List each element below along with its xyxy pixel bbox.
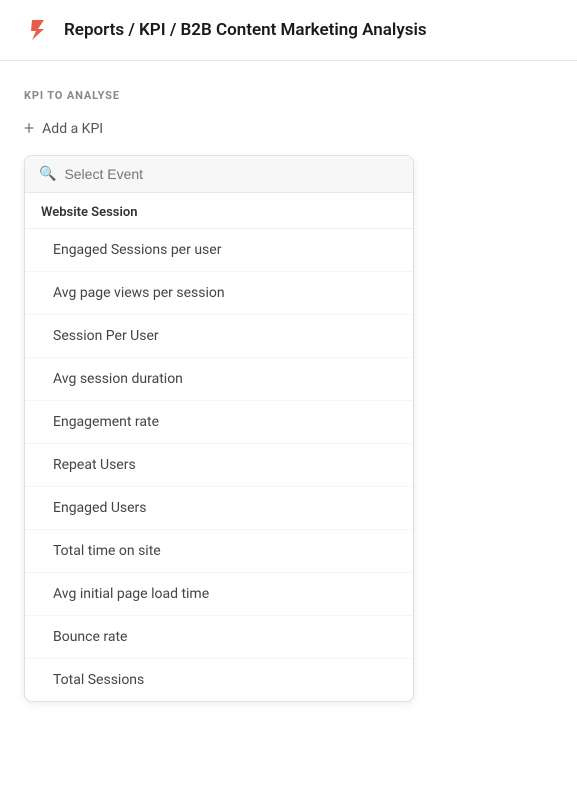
menu-item[interactable]: Engaged Sessions per user [25, 229, 413, 272]
menu-item[interactable]: Total time on site [25, 530, 413, 573]
menu-items-list: Engaged Sessions per userAvg page views … [25, 229, 413, 701]
menu-item[interactable]: Avg page views per session [25, 272, 413, 315]
menu-item[interactable]: Total Sessions [25, 659, 413, 701]
search-icon: 🔍 [39, 166, 56, 182]
breadcrumb: Reports / KPI / B2B Content Marketing An… [64, 20, 427, 40]
menu-item[interactable]: Engaged Users [25, 487, 413, 530]
section-label: KPI TO ANALYSE [24, 89, 553, 102]
menu-item[interactable]: Repeat Users [25, 444, 413, 487]
add-kpi-label: Add a KPI [42, 121, 103, 137]
menu-item[interactable]: Avg initial page load time [25, 573, 413, 616]
menu-item[interactable]: Session Per User [25, 315, 413, 358]
add-kpi-plus-icon: + [24, 118, 34, 139]
group-label: Website Session [25, 193, 413, 229]
menu-item[interactable]: Avg session duration [25, 358, 413, 401]
header: Reports / KPI / B2B Content Marketing An… [0, 0, 577, 61]
app-logo [24, 16, 52, 44]
search-input[interactable] [64, 166, 399, 182]
main-content: KPI TO ANALYSE + Add a KPI 🔍 Website Ses… [0, 61, 577, 730]
search-row: 🔍 [25, 156, 413, 193]
event-dropdown: 🔍 Website Session Engaged Sessions per u… [24, 155, 414, 702]
menu-item[interactable]: Engagement rate [25, 401, 413, 444]
add-kpi-row[interactable]: + Add a KPI [24, 118, 553, 139]
menu-item[interactable]: Bounce rate [25, 616, 413, 659]
